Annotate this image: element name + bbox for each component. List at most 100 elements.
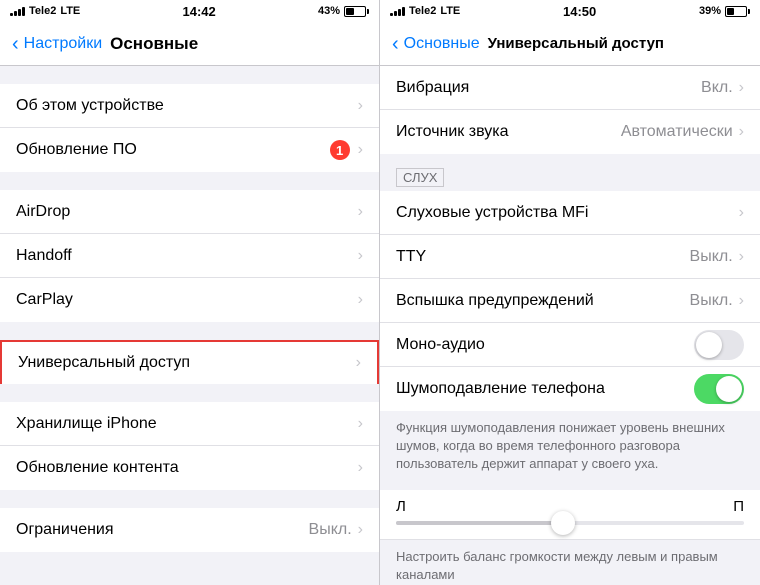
left-status-bar: Tele2 LTE 14:42 43%	[0, 0, 379, 22]
cell-mfi-label: Слуховые устройства MFi	[396, 204, 739, 222]
cell-tty-label: TTY	[396, 248, 690, 266]
cell-flash-label: Вспышка предупреждений	[396, 292, 690, 310]
spacer	[0, 490, 379, 508]
cell-about[interactable]: Об этом устройстве ›	[0, 84, 379, 128]
right-status-bar: Tele2 LTE 14:50 39%	[380, 0, 760, 22]
cell-restrictions[interactable]: Ограничения Выкл. ›	[0, 508, 379, 552]
left-section-5: Ограничения Выкл. ›	[0, 490, 379, 552]
cell-update[interactable]: Обновление ПО 1 ›	[0, 128, 379, 172]
toggle-knob	[716, 376, 742, 402]
left-status-left: Tele2 LTE	[10, 5, 80, 17]
right-time-label: 14:50	[563, 4, 596, 19]
cell-tty[interactable]: TTY Выкл. ›	[380, 235, 760, 279]
cell-vibration-value: Вкл.	[701, 79, 733, 97]
chevron-icon: ›	[356, 354, 361, 372]
update-badge: 1	[330, 140, 350, 160]
cell-mfi[interactable]: Слуховые устройства MFi ›	[380, 191, 760, 235]
cell-accessibility-label: Универсальный доступ	[18, 354, 356, 372]
cell-storage[interactable]: Хранилище iPhone ›	[0, 402, 379, 446]
cell-sound-source-value: Автоматически	[621, 123, 733, 141]
spacer	[0, 66, 379, 84]
chevron-icon: ›	[739, 204, 744, 222]
chevron-icon: ›	[358, 247, 363, 265]
chevron-icon: ›	[358, 141, 363, 159]
battery-pct-label: 43%	[318, 5, 340, 17]
left-panel: Tele2 LTE 14:42 43% ‹ Настройки Основные	[0, 0, 380, 585]
cell-handoff-label: Handoff	[16, 247, 358, 265]
chevron-icon: ›	[358, 521, 363, 539]
time-label: 14:42	[183, 4, 216, 19]
chevron-icon: ›	[358, 459, 363, 477]
slider-labels: Л П	[396, 498, 744, 515]
spacer	[0, 172, 379, 190]
right-nav-title: Универсальный доступ	[488, 35, 664, 52]
cell-noise-label: Шумоподавление телефона	[396, 380, 694, 398]
cell-restrictions-value: Выкл.	[309, 521, 352, 539]
right-settings-list: Вибрация Вкл. › Источник звука Автоматич…	[380, 66, 760, 585]
balance-slider-row: Л П	[380, 490, 760, 540]
right-back-button[interactable]: ‹ Основные	[392, 34, 480, 54]
right-panel: Tele2 LTE 14:50 39% ‹ Основные Универсал…	[380, 0, 760, 585]
right-network-label: LTE	[440, 5, 460, 17]
slider-fill	[396, 521, 563, 525]
slider-right-label: П	[733, 498, 744, 515]
chevron-icon: ›	[739, 292, 744, 310]
right-top-section: Вибрация Вкл. › Источник звука Автоматич…	[380, 66, 760, 154]
slider-left-label: Л	[396, 498, 406, 515]
right-hearing-section: Слуховые устройства MFi › TTY Выкл. › Вс…	[380, 191, 760, 411]
right-back-label: Основные	[404, 35, 480, 53]
right-carrier-label: Tele2	[409, 5, 436, 17]
left-back-label: Настройки	[24, 35, 102, 53]
slider-thumb[interactable]	[551, 511, 575, 535]
cell-mono[interactable]: Моно-аудио	[380, 323, 760, 367]
mono-toggle[interactable]	[694, 330, 744, 360]
carrier-label: Tele2	[29, 5, 56, 17]
spacer	[0, 322, 379, 340]
left-section-1: Об этом устройстве › Обновление ПО 1 ›	[0, 66, 379, 172]
noise-description: Функция шумоподавления понижает уровень …	[380, 411, 760, 482]
cell-vibration[interactable]: Вибрация Вкл. ›	[380, 66, 760, 110]
spacer	[380, 154, 760, 164]
cell-content-update[interactable]: Обновление контента ›	[0, 446, 379, 490]
cell-sound-source[interactable]: Источник звука Автоматически ›	[380, 110, 760, 154]
cell-vibration-label: Вибрация	[396, 79, 701, 97]
cell-tty-value: Выкл.	[690, 248, 733, 266]
left-nav-bar: ‹ Настройки Основные	[0, 22, 379, 66]
cell-flash-value: Выкл.	[690, 292, 733, 310]
section-header-sluh: СЛУХ	[396, 168, 444, 187]
left-settings-list: Об этом устройстве › Обновление ПО 1 › A…	[0, 66, 379, 585]
cell-carplay[interactable]: CarPlay ›	[0, 278, 379, 322]
left-back-button[interactable]: ‹ Настройки	[12, 34, 102, 54]
battery-icon	[344, 6, 369, 17]
cell-storage-label: Хранилище iPhone	[16, 415, 358, 433]
chevron-icon: ›	[358, 291, 363, 309]
noise-toggle[interactable]	[694, 374, 744, 404]
chevron-icon: ›	[358, 415, 363, 433]
chevron-icon: ›	[739, 79, 744, 97]
cell-sound-source-label: Источник звука	[396, 123, 621, 141]
cell-airdrop[interactable]: AirDrop ›	[0, 190, 379, 234]
cell-restrictions-label: Ограничения	[16, 521, 309, 539]
cell-content-update-label: Обновление контента	[16, 459, 358, 477]
cell-mono-label: Моно-аудио	[396, 336, 694, 354]
cell-update-label: Обновление ПО	[16, 141, 330, 159]
slider-track[interactable]	[396, 521, 744, 525]
back-arrow-icon: ‹	[392, 34, 399, 54]
right-nav-bar: ‹ Основные Универсальный доступ	[380, 22, 760, 66]
spacer	[380, 482, 760, 490]
cell-accessibility[interactable]: Универсальный доступ ›	[0, 340, 379, 384]
left-section-3: Универсальный доступ ›	[0, 322, 379, 384]
back-arrow-icon: ‹	[12, 34, 19, 54]
cell-noise[interactable]: Шумоподавление телефона	[380, 367, 760, 411]
cell-flash[interactable]: Вспышка предупреждений Выкл. ›	[380, 279, 760, 323]
left-section-4: Хранилище iPhone › Обновление контента ›	[0, 384, 379, 490]
slider-description: Настроить баланс громкости между левым и…	[380, 540, 760, 585]
cell-airdrop-label: AirDrop	[16, 203, 358, 221]
signal-icon	[390, 6, 405, 16]
chevron-icon: ›	[358, 97, 363, 115]
toggle-knob	[696, 332, 722, 358]
right-battery-icon	[725, 6, 750, 17]
right-status-left: Tele2 LTE	[390, 5, 460, 17]
cell-handoff[interactable]: Handoff ›	[0, 234, 379, 278]
network-label: LTE	[60, 5, 80, 17]
